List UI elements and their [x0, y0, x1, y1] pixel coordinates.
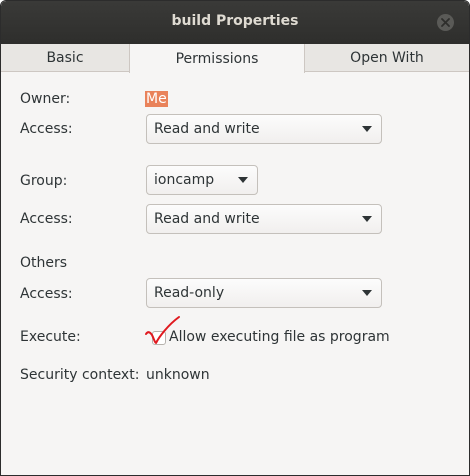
others-access-label: Access:: [20, 286, 73, 302]
tab-bar: Basic Permissions Open With: [1, 44, 469, 73]
others-label: Others: [20, 255, 68, 271]
execute-label: Execute:: [20, 329, 81, 345]
execute-checkbox-label[interactable]: Allow executing file as program: [169, 329, 390, 345]
group-access-value: Read and write: [154, 211, 260, 227]
close-button[interactable]: [437, 14, 454, 31]
window-title: build Properties: [171, 13, 299, 29]
permissions-panel: Owner: Me Access: Read and write Group: …: [1, 73, 469, 475]
chevron-down-icon: [362, 216, 372, 222]
group-access-dropdown[interactable]: Read and write: [146, 204, 382, 234]
properties-window: build Properties Basic Permissions Open …: [0, 0, 470, 476]
tab-permissions[interactable]: Permissions: [129, 44, 305, 73]
chevron-down-icon: [362, 126, 372, 132]
title-bar[interactable]: build Properties: [1, 1, 469, 44]
owner-access-dropdown[interactable]: Read and write: [146, 114, 382, 144]
others-access-dropdown[interactable]: Read-only: [146, 278, 382, 308]
security-context-value: unknown: [146, 367, 210, 383]
owner-access-value: Read and write: [154, 121, 260, 137]
red-checkmark-annotation-icon: [145, 316, 180, 344]
security-context-label: Security context:: [20, 367, 140, 383]
group-access-label: Access:: [20, 211, 73, 227]
tab-open-with[interactable]: Open With: [305, 44, 469, 72]
owner-value: Me: [145, 91, 168, 107]
group-dropdown[interactable]: ioncamp: [146, 165, 258, 195]
owner-access-label: Access:: [20, 121, 73, 137]
close-icon: [441, 18, 450, 27]
owner-value-text: Me: [145, 91, 168, 107]
chevron-down-icon: [362, 290, 372, 296]
owner-label: Owner:: [20, 91, 71, 107]
group-label: Group:: [20, 173, 68, 189]
chevron-down-icon: [238, 177, 248, 183]
tab-basic[interactable]: Basic: [1, 44, 129, 72]
others-access-value: Read-only: [154, 285, 225, 301]
group-value: ioncamp: [154, 172, 215, 188]
